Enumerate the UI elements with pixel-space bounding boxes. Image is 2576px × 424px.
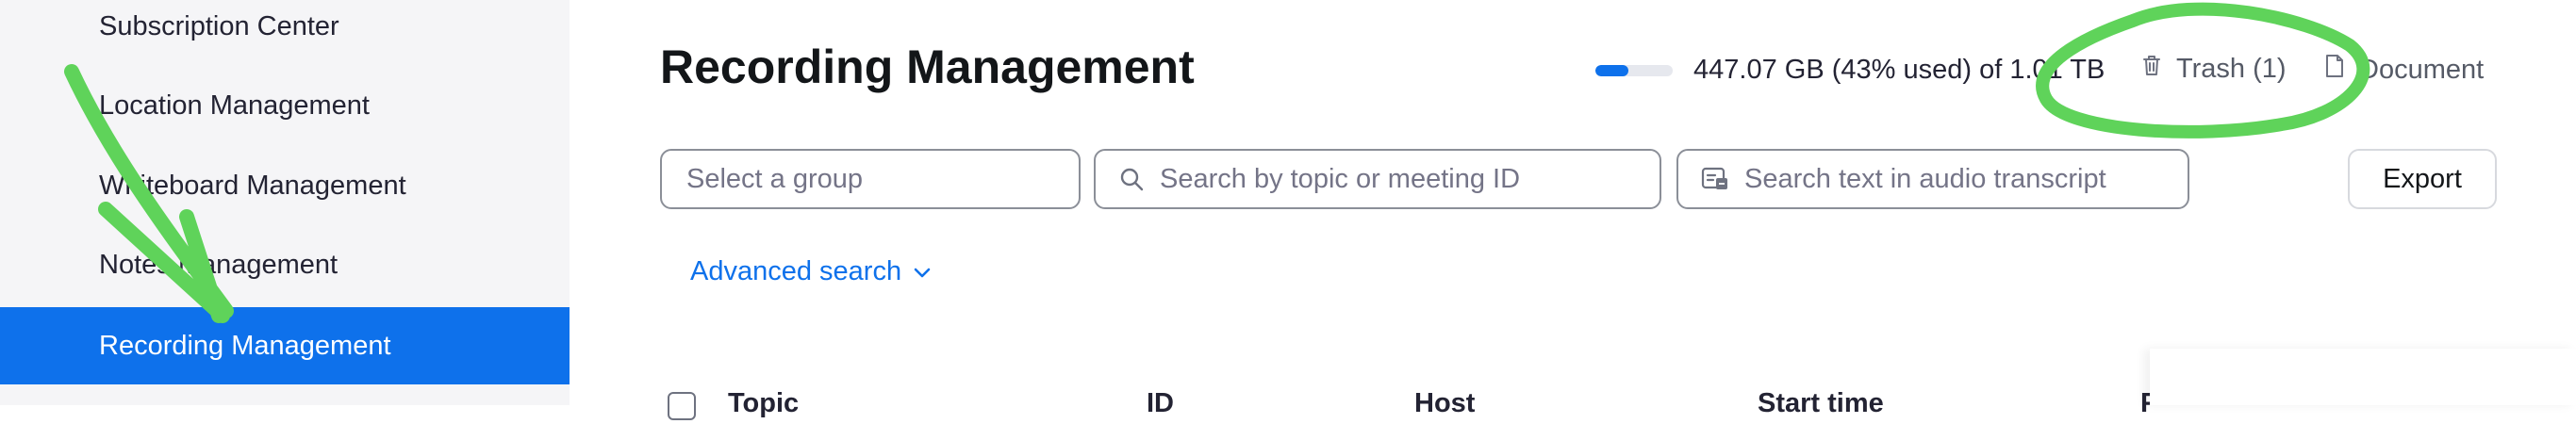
sidebar-item-label: Recording Management	[99, 330, 391, 361]
trash-icon	[2140, 53, 2176, 85]
storage-usage-text: 447.07 GB (43% used) of 1.01 TB	[1693, 55, 2105, 85]
document-label: Document	[2359, 54, 2485, 85]
sidebar-item-notes-management[interactable]: Notes Management	[0, 226, 570, 303]
document-icon	[2323, 53, 2359, 87]
group-select-input[interactable]	[685, 162, 1079, 196]
chevron-down-icon	[901, 256, 932, 287]
sidebar: Subscription Center Location Management …	[0, 0, 570, 405]
sidebar-item-label: Notes Management	[99, 249, 339, 280]
sidebar-item-recording-management[interactable]: Recording Management	[0, 307, 570, 384]
column-topic[interactable]: Topic	[728, 388, 799, 419]
export-button[interactable]: Export	[2348, 149, 2497, 209]
sidebar-item-label: Location Management	[99, 90, 370, 121]
trash-link[interactable]: Trash (1)	[2140, 53, 2287, 85]
sidebar-item-label: Whiteboard Management	[99, 170, 406, 201]
sidebar-item-whiteboard-management[interactable]: Whiteboard Management	[0, 147, 570, 224]
column-id[interactable]: ID	[1147, 388, 1174, 419]
transcript-search-input[interactable]	[1742, 162, 2188, 196]
transcript-icon	[1701, 166, 1729, 192]
page-title: Recording Management	[660, 41, 1195, 93]
select-all-checkbox[interactable]	[668, 392, 696, 420]
sidebar-item-location-management[interactable]: Location Management	[0, 67, 570, 144]
column-start-time[interactable]: Start time	[1758, 388, 1884, 419]
topic-search-input[interactable]	[1158, 162, 1660, 196]
table-overlay-panel	[2150, 349, 2576, 405]
group-select[interactable]	[660, 149, 1081, 209]
document-link[interactable]: Document	[2323, 53, 2484, 87]
search-icon	[1118, 166, 1145, 192]
trash-label: Trash (1)	[2176, 53, 2287, 84]
sidebar-item-label: Subscription Center	[99, 10, 339, 41]
storage-progress-bar	[1595, 64, 1673, 76]
transcript-search[interactable]	[1676, 149, 2189, 209]
topic-search[interactable]	[1094, 149, 1661, 209]
advanced-search-toggle[interactable]: Advanced search	[690, 256, 932, 287]
storage-progress-fill	[1595, 64, 1629, 76]
sidebar-item-subscription-center[interactable]: Subscription Center	[0, 0, 570, 65]
table-header: Topic ID Host Start time F	[660, 386, 2157, 424]
column-host[interactable]: Host	[1414, 388, 1475, 419]
storage-usage: 447.07 GB (43% used) of 1.01 TB	[1595, 55, 2105, 86]
advanced-search-label: Advanced search	[690, 256, 902, 286]
